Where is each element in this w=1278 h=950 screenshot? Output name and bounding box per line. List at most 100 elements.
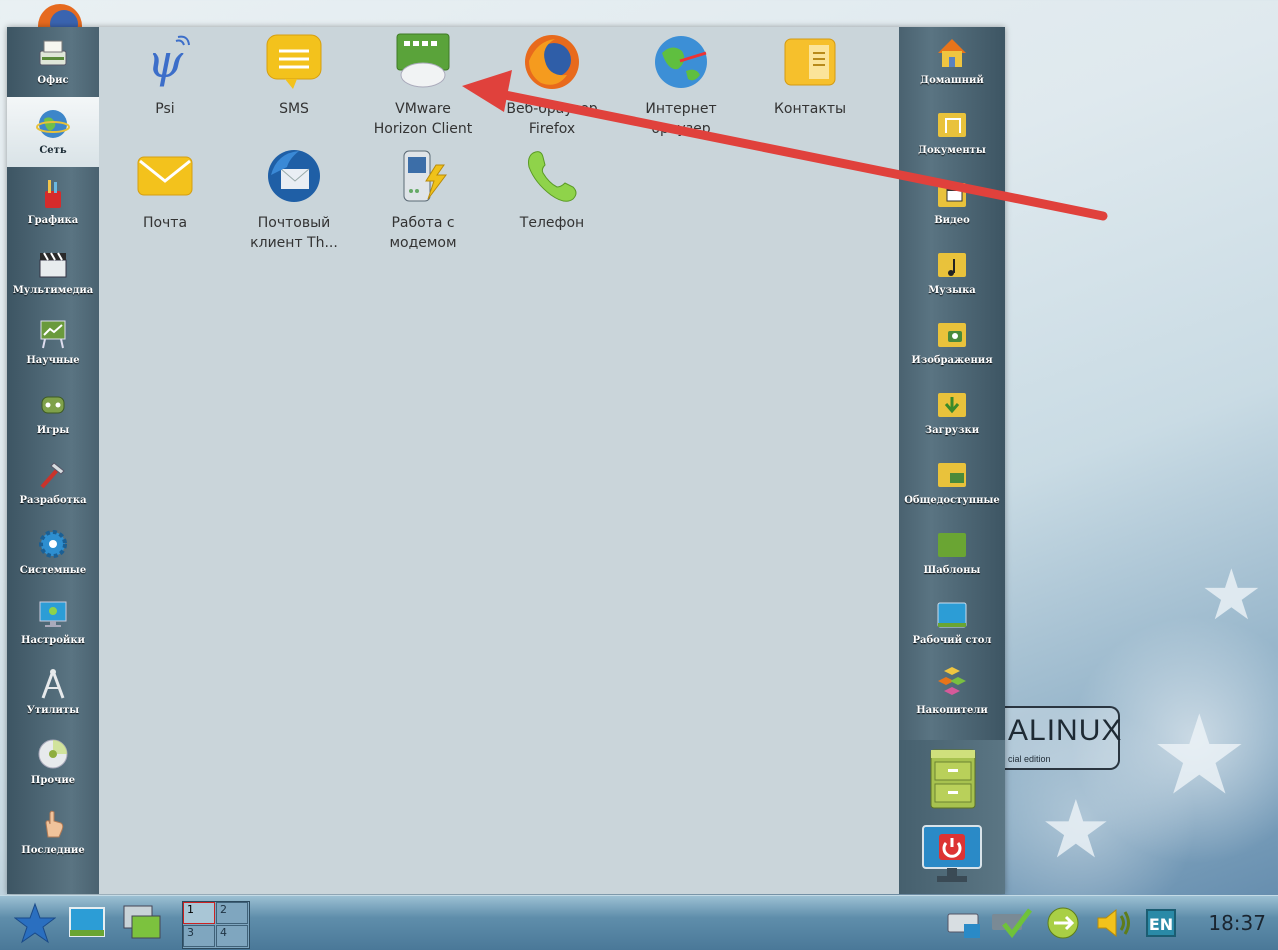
- globe-icon: [36, 110, 70, 138]
- clock[interactable]: 18:37: [1208, 911, 1266, 935]
- place-downloads[interactable]: Загрузки: [899, 377, 1005, 447]
- app-label: VMware Horizon Client: [373, 101, 473, 137]
- category-science[interactable]: Научные: [7, 307, 99, 377]
- app-label: Интернет браузер: [645, 101, 717, 137]
- category-label: Сеть: [39, 145, 67, 156]
- contacts-icon: [784, 38, 836, 86]
- category-label: Мультимедиа: [12, 285, 94, 296]
- svg-text:ψ: ψ: [147, 34, 184, 88]
- downloads-folder-icon: [938, 393, 966, 417]
- firefox-desktop-icon[interactable]: [30, 0, 90, 28]
- taskbar: 1 2 3 4 EN 18:37: [0, 895, 1278, 950]
- app-label: Почтовый клиент Th...: [250, 215, 338, 251]
- place-label: Накопители: [916, 705, 988, 716]
- places-sidebar: Домашний Документы Видео Музыка Изображе…: [899, 27, 1005, 894]
- place-desktop[interactable]: Рабочий стол: [899, 587, 1005, 657]
- category-recent[interactable]: Последние: [7, 797, 99, 867]
- category-utilities[interactable]: Утилиты: [7, 657, 99, 727]
- place-label: Документы: [918, 145, 986, 156]
- place-label: Шаблоны: [923, 565, 981, 576]
- workspace-1[interactable]: 1: [183, 902, 215, 924]
- category-label: Игры: [36, 425, 70, 436]
- workspace-4[interactable]: 4: [216, 925, 248, 947]
- thunderbird-icon: [268, 150, 320, 202]
- paint-brushes-icon: [45, 180, 61, 208]
- psi-icon: ψ: [147, 34, 190, 88]
- app-label: Psi: [155, 101, 175, 117]
- category-multimedia[interactable]: Мультимедиа: [7, 237, 99, 307]
- place-drives[interactable]: Накопители: [899, 657, 1005, 727]
- app-label: Работа с модемом: [389, 215, 457, 251]
- start-menu-star-icon[interactable]: [14, 902, 56, 944]
- category-label: Настройки: [21, 635, 85, 646]
- keyboard-layout-icon[interactable]: [946, 908, 982, 940]
- place-home[interactable]: Домашний: [899, 27, 1005, 97]
- category-games[interactable]: Игры: [7, 377, 99, 447]
- monitor-settings-icon: [39, 601, 67, 627]
- app-firefox[interactable]: Веб-браузер Firefox: [487, 31, 617, 139]
- place-label: Музыка: [928, 285, 976, 296]
- show-desktop-icon[interactable]: [68, 906, 106, 940]
- app-label: Телефон: [519, 215, 585, 231]
- app-vmware-horizon[interactable]: VMware Horizon Client: [358, 31, 488, 139]
- category-network[interactable]: Сеть: [7, 97, 99, 167]
- workspace-3[interactable]: 3: [183, 925, 215, 947]
- star-wallpaper-icon: ★: [1200, 554, 1263, 636]
- app-thunderbird[interactable]: Почтовый клиент Th...: [229, 145, 359, 253]
- category-system[interactable]: Системные: [7, 517, 99, 587]
- firefox-icon: [525, 35, 579, 89]
- workspace-pager: 1 2 3 4: [182, 901, 250, 949]
- category-label: Разработка: [19, 495, 87, 506]
- music-folder-icon: [938, 253, 966, 277]
- category-label: Научные: [26, 355, 80, 366]
- printer-icon: [39, 40, 67, 66]
- language-indicator[interactable]: EN: [1146, 909, 1176, 937]
- gamepad-icon: [41, 396, 65, 414]
- app-modem[interactable]: Работа с модемом: [358, 145, 488, 253]
- panel-actions: [899, 740, 1005, 894]
- category-sidebar: Офис Сеть Графика Мультимедиа Научные Иг…: [7, 27, 99, 894]
- compass-icon: [41, 669, 65, 699]
- disc-icon: [38, 739, 68, 769]
- place-video[interactable]: Видео: [899, 167, 1005, 237]
- workspace-2[interactable]: 2: [216, 902, 248, 924]
- app-contacts[interactable]: Контакты: [745, 31, 875, 119]
- app-label: Веб-браузер Firefox: [506, 101, 598, 137]
- place-templates[interactable]: Шаблоны: [899, 517, 1005, 587]
- app-sms[interactable]: SMS: [229, 31, 359, 119]
- window-switcher-icon[interactable]: [122, 904, 162, 942]
- drives-icon: [938, 667, 966, 695]
- category-office[interactable]: Офис: [7, 27, 99, 97]
- gear-icon: [39, 530, 67, 558]
- category-settings[interactable]: Настройки: [7, 587, 99, 657]
- app-mail[interactable]: Почта: [100, 145, 230, 233]
- place-label: Общедоступные: [904, 495, 1000, 506]
- category-label: Прочие: [30, 775, 76, 786]
- category-label: Графика: [27, 215, 79, 226]
- distro-logo-text: ALINUX: [1008, 714, 1123, 747]
- power-off-icon[interactable]: [919, 822, 985, 886]
- category-graphics[interactable]: Графика: [7, 167, 99, 237]
- place-documents[interactable]: Документы: [899, 97, 1005, 167]
- volume-icon[interactable]: [1094, 906, 1134, 940]
- star-wallpaper-icon: ★: [1040, 783, 1112, 876]
- usb-device-icon[interactable]: [1046, 906, 1080, 940]
- app-psi[interactable]: ψ Psi: [100, 31, 230, 119]
- app-label: SMS: [279, 101, 309, 117]
- chart-board-icon: [40, 320, 66, 349]
- app-label: Контакты: [773, 101, 847, 117]
- app-label: Почта: [142, 215, 188, 231]
- file-cabinet-icon[interactable]: [925, 746, 981, 812]
- place-music[interactable]: Музыка: [899, 237, 1005, 307]
- category-label: Последние: [21, 845, 85, 856]
- app-internet-browser[interactable]: Интернет браузер: [616, 31, 746, 139]
- sms-icon: [266, 34, 322, 89]
- package-updates-icon[interactable]: [990, 906, 1034, 940]
- place-public[interactable]: Общедоступные: [899, 447, 1005, 517]
- category-label: Утилиты: [26, 705, 80, 716]
- category-other[interactable]: Прочие: [7, 727, 99, 797]
- app-phone[interactable]: Телефон: [487, 145, 617, 233]
- category-development[interactable]: Разработка: [7, 447, 99, 517]
- home-folder-icon: [938, 39, 966, 67]
- place-pictures[interactable]: Изображения: [899, 307, 1005, 377]
